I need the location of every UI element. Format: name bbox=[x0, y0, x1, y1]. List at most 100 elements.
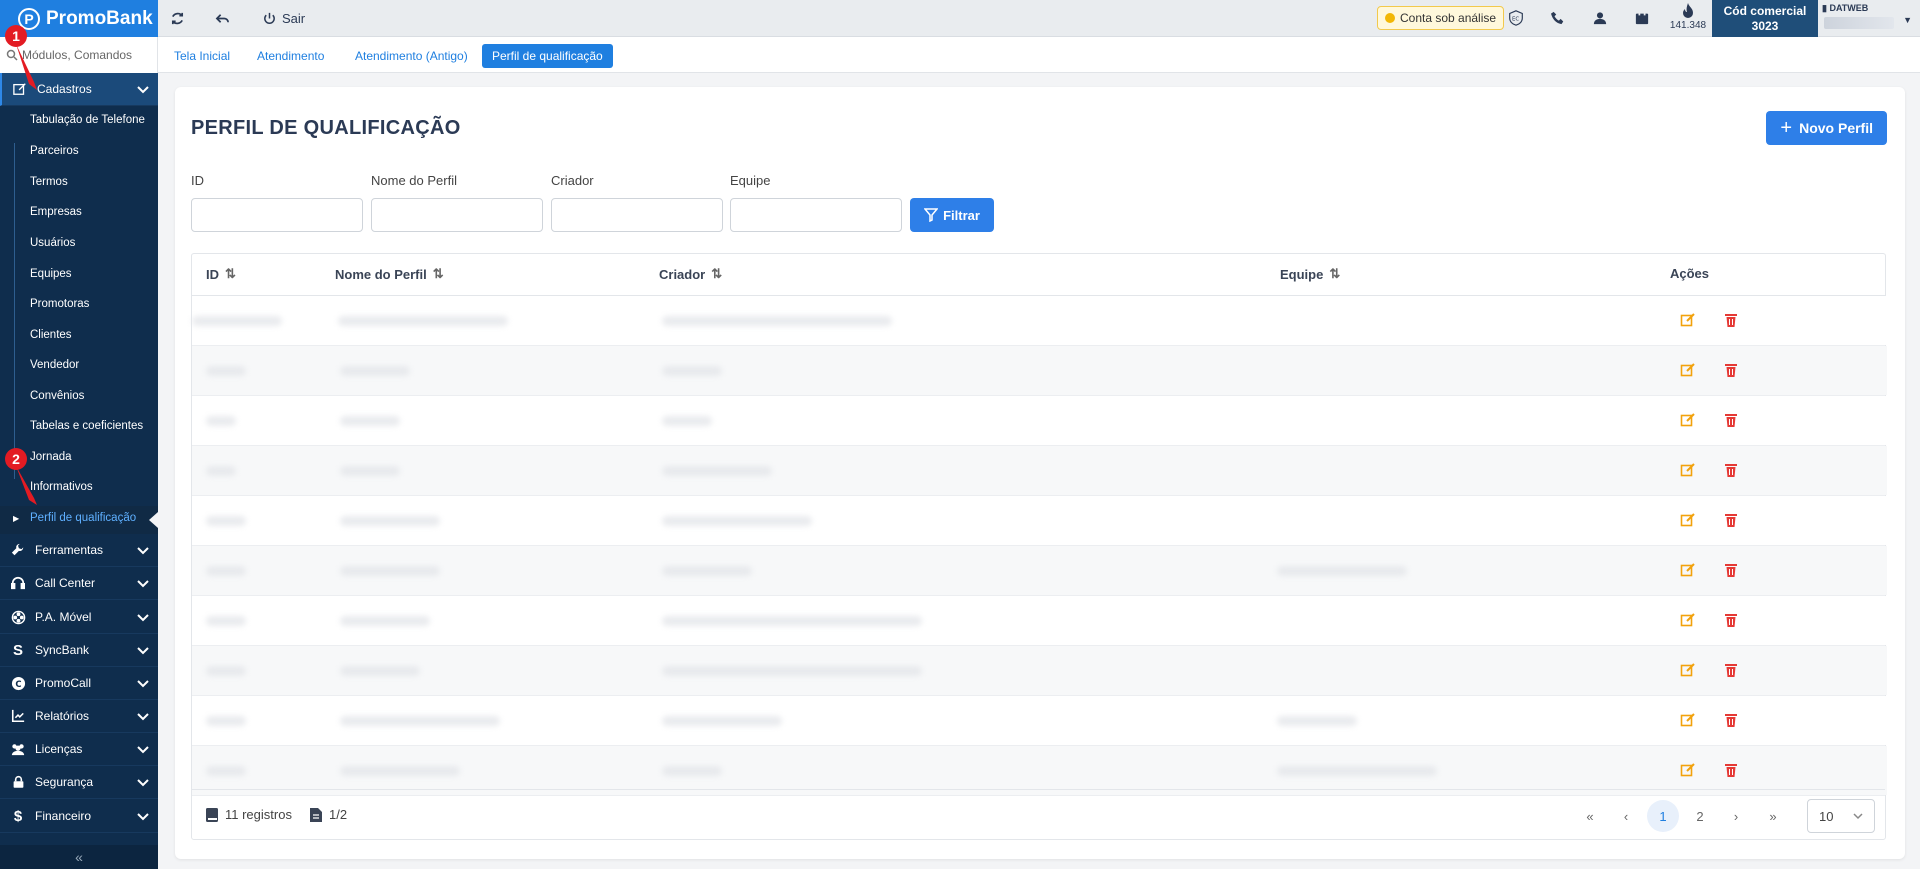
table-row bbox=[192, 396, 1887, 446]
table-row bbox=[192, 346, 1887, 396]
ec-shield-button[interactable]: EC bbox=[1506, 8, 1526, 28]
sidebar-group-relatorios[interactable]: Relatórios bbox=[0, 700, 158, 733]
trash-icon[interactable] bbox=[1723, 562, 1739, 578]
sidebar-group-syncbank[interactable]: S SyncBank bbox=[0, 634, 158, 667]
trash-icon[interactable] bbox=[1723, 512, 1739, 528]
pagination-page-1[interactable]: 1 bbox=[1647, 800, 1679, 832]
sidebar-item-equipes[interactable]: Equipes bbox=[30, 268, 72, 280]
sidebar-group-label: Ferramentas bbox=[35, 543, 104, 557]
user-icon bbox=[1593, 12, 1607, 25]
redacted-cell bbox=[662, 366, 722, 376]
redacted-cell bbox=[340, 716, 500, 726]
pagination-prev[interactable]: ‹ bbox=[1610, 800, 1642, 832]
caret-down-icon: ▼ bbox=[1903, 15, 1912, 25]
user-name-redacted bbox=[1824, 17, 1894, 29]
sidebar-item-tabulacao-telefone[interactable]: Tabulação de Telefone bbox=[30, 114, 145, 126]
refresh-button[interactable] bbox=[170, 8, 185, 28]
column-id[interactable]: ID ⇅ bbox=[206, 266, 236, 282]
credits-widget[interactable]: 141.348 bbox=[1664, 2, 1712, 31]
sidebar-group-seguranca[interactable]: Segurança bbox=[0, 766, 158, 799]
sort-icon: ⇅ bbox=[432, 266, 444, 281]
sidebar-group-label: PromoCall bbox=[35, 676, 92, 690]
edit-icon[interactable] bbox=[1680, 462, 1696, 478]
sidebar-group-licencas[interactable]: Licenças bbox=[0, 733, 158, 766]
sidebar-item-tabelas-coeficientes[interactable]: Tabelas e coeficientes bbox=[30, 420, 143, 432]
edit-icon[interactable] bbox=[1680, 312, 1696, 328]
actions-cell bbox=[1632, 746, 1887, 795]
account-status-badge[interactable]: Conta sob análise bbox=[1377, 6, 1505, 30]
trash-icon[interactable] bbox=[1723, 662, 1739, 678]
phone-button[interactable] bbox=[1548, 8, 1568, 28]
back-button[interactable] bbox=[215, 8, 230, 28]
sidebar-item-parceiros[interactable]: Parceiros bbox=[30, 145, 79, 157]
edit-icon[interactable] bbox=[1680, 712, 1696, 728]
trash-icon[interactable] bbox=[1723, 762, 1739, 778]
pagination-page-2[interactable]: 2 bbox=[1684, 800, 1716, 832]
edit-icon[interactable] bbox=[1680, 412, 1696, 428]
sidebar-item-promotoras[interactable]: Promotoras bbox=[30, 298, 89, 310]
column-name[interactable]: Nome do Perfil ⇅ bbox=[335, 266, 444, 282]
per-page-select[interactable]: 10 bbox=[1807, 799, 1875, 833]
filter-team-input[interactable] bbox=[730, 198, 902, 232]
trash-icon[interactable] bbox=[1723, 362, 1739, 378]
user-profile-button[interactable] bbox=[1590, 8, 1610, 28]
trash-icon[interactable] bbox=[1723, 462, 1739, 478]
trash-icon[interactable] bbox=[1723, 612, 1739, 628]
redacted-cell bbox=[662, 416, 712, 426]
records-count-text: 11 registros bbox=[225, 807, 292, 822]
calendar-button[interactable] bbox=[1632, 8, 1652, 28]
tab-tela-inicial[interactable]: Tela Inicial bbox=[164, 44, 240, 68]
new-profile-label: Novo Perfil bbox=[1799, 120, 1873, 136]
sidebar-item-termos[interactable]: Termos bbox=[30, 176, 68, 188]
commercial-code-box: Cód comercial 3023 bbox=[1712, 0, 1818, 37]
new-profile-button[interactable]: + Novo Perfil bbox=[1766, 111, 1887, 145]
sidebar-group-label: Licenças bbox=[35, 742, 83, 756]
filter-name-input[interactable] bbox=[371, 198, 543, 232]
column-actions: Ações bbox=[1670, 266, 1709, 281]
user-menu[interactable]: ▮ DATWEB ▼ bbox=[1822, 3, 1912, 35]
sidebar-collapse-button[interactable]: « bbox=[0, 845, 158, 869]
column-name-label: Nome do Perfil bbox=[335, 266, 427, 282]
annotation-arrow-2 bbox=[16, 466, 37, 505]
trash-icon[interactable] bbox=[1723, 312, 1739, 328]
sidebar-item-jornada[interactable]: Jornada bbox=[30, 451, 72, 463]
exit-button[interactable]: Sair bbox=[262, 8, 305, 28]
edit-icon[interactable] bbox=[1680, 562, 1696, 578]
sidebar-item-clientes[interactable]: Clientes bbox=[30, 329, 72, 341]
filter-creator-input[interactable] bbox=[551, 198, 723, 232]
table-row bbox=[192, 646, 1887, 696]
filter-id-input[interactable] bbox=[191, 198, 363, 232]
column-creator[interactable]: Criador ⇅ bbox=[659, 266, 722, 282]
redacted-cell bbox=[206, 416, 236, 426]
edit-icon[interactable] bbox=[1680, 612, 1696, 628]
filter-button[interactable]: Filtrar bbox=[910, 198, 994, 232]
pagination-first[interactable]: « bbox=[1574, 800, 1606, 832]
sidebar-group-financeiro[interactable]: $ Financeiro bbox=[0, 800, 158, 833]
trash-icon[interactable] bbox=[1723, 412, 1739, 428]
sidebar-group-call-center[interactable]: Call Center bbox=[0, 567, 158, 600]
phone-icon bbox=[1551, 11, 1564, 25]
edit-icon[interactable] bbox=[1680, 762, 1696, 778]
sidebar-group-pa-movel[interactable]: P.A. Móvel bbox=[0, 601, 158, 634]
sidebar-item-usuarios[interactable]: Usuários bbox=[30, 237, 75, 249]
sort-icon: ⇅ bbox=[225, 266, 236, 281]
tab-perfil-qualificacao[interactable]: Perfil de qualificação bbox=[482, 44, 613, 68]
sidebar-item-convenios[interactable]: Convênios bbox=[30, 390, 84, 402]
credits-value: 141.348 bbox=[1669, 20, 1707, 31]
edit-icon[interactable] bbox=[1680, 512, 1696, 528]
edit-icon[interactable] bbox=[1680, 362, 1696, 378]
sidebar-item-empresas[interactable]: Empresas bbox=[30, 206, 82, 218]
sidebar-item-vendedor[interactable]: Vendedor bbox=[30, 359, 79, 371]
main-panel: PERFIL DE QUALIFICAÇÃO + Novo Perfil ID … bbox=[175, 87, 1905, 859]
pagination-next[interactable]: › bbox=[1720, 800, 1752, 832]
column-team[interactable]: Equipe ⇅ bbox=[1280, 266, 1340, 282]
pagination-last[interactable]: » bbox=[1757, 800, 1789, 832]
tab-atendimento-antigo[interactable]: Atendimento (Antigo) bbox=[345, 44, 478, 68]
redacted-cell bbox=[206, 516, 246, 526]
sidebar-item-perfil-qualificacao[interactable]: Perfil de qualificação bbox=[30, 512, 136, 524]
trash-icon[interactable] bbox=[1723, 712, 1739, 728]
sidebar-group-promocall[interactable]: C PromoCall bbox=[0, 667, 158, 700]
edit-icon[interactable] bbox=[1680, 662, 1696, 678]
tab-atendimento[interactable]: Atendimento bbox=[247, 44, 334, 68]
sidebar-group-ferramentas[interactable]: Ferramentas bbox=[0, 534, 158, 567]
